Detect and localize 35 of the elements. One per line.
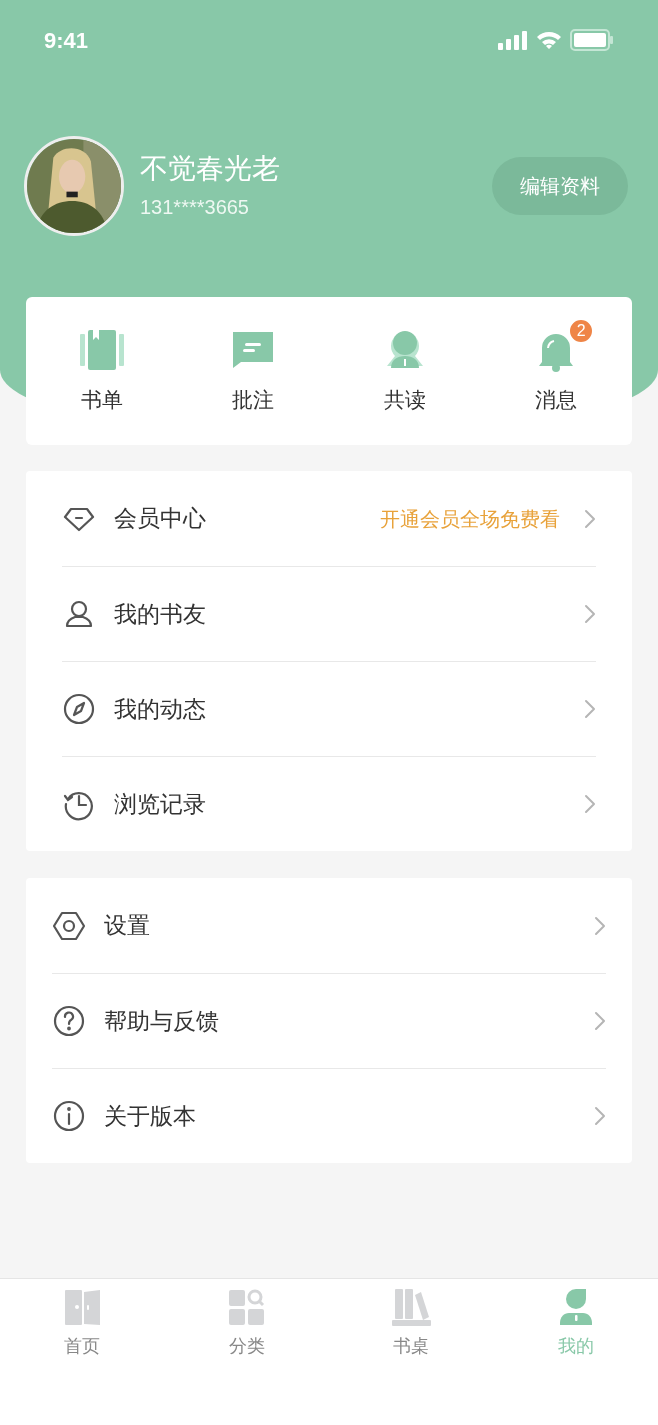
info-icon: [52, 1099, 86, 1133]
chevron-icon: [584, 699, 596, 719]
help-icon: [52, 1004, 86, 1038]
menu-item[interactable]: 我的动态: [62, 661, 596, 756]
chevron-icon: [594, 1106, 606, 1126]
shortcut-item[interactable]: 2 消息: [480, 314, 632, 416]
menu-item[interactable]: 帮助与反馈: [52, 973, 606, 1068]
tab-item[interactable]: 分类: [164, 1287, 329, 1360]
signal-icon: [498, 30, 528, 50]
chevron-icon: [584, 794, 596, 814]
chevron-icon: [584, 604, 596, 624]
compass-icon: [62, 692, 96, 726]
tab-item[interactable]: 首页: [0, 1287, 165, 1360]
membership-hint: 开通会员全场免费看: [380, 506, 560, 532]
menu-item[interactable]: 关于版本: [52, 1068, 606, 1163]
shortcut-item[interactable]: 批注: [177, 314, 329, 416]
bookshelf-icon: [391, 1287, 432, 1327]
status-time: 9:41: [44, 26, 89, 55]
battery-icon: [570, 29, 614, 51]
door-icon: [62, 1287, 103, 1327]
menu-item[interactable]: 浏览记录: [62, 756, 596, 851]
wifi-icon: [536, 30, 562, 50]
tab-item[interactable]: 书桌: [329, 1287, 494, 1360]
unread-badge: 2: [568, 318, 595, 345]
menu-item[interactable]: 会员中心 开通会员全场免费看: [62, 471, 596, 566]
chevron-icon: [594, 1011, 606, 1031]
phone-number: 131****3665: [140, 195, 250, 220]
chevron-icon: [584, 508, 596, 529]
shortcut-item[interactable]: 书单: [26, 314, 178, 416]
menu-item[interactable]: 设置: [52, 878, 606, 973]
chevron-icon: [594, 915, 606, 936]
user-name: 不觉春光老: [140, 152, 281, 186]
menu-item[interactable]: 我的书友: [62, 566, 596, 661]
category-icon: [226, 1287, 267, 1327]
shortcut-item[interactable]: 共读: [329, 314, 481, 416]
